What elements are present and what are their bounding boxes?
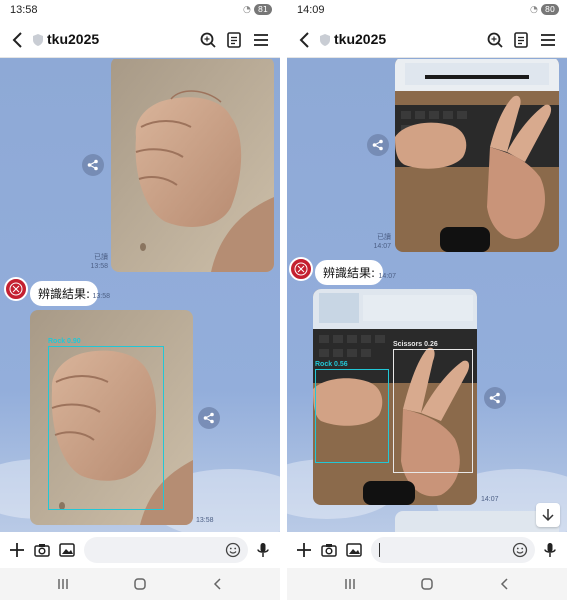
home-icon[interactable] (419, 576, 435, 592)
sent-meta: 已讀 13:58 (84, 253, 108, 271)
chat-title: tku2025 (334, 31, 387, 47)
wifi-icon: ◔ (529, 4, 538, 15)
chat-area[interactable]: 已讀 13:58 辨識結果: 13:58 Rock 0.90 13:58 (0, 59, 280, 532)
share-icon (489, 392, 500, 404)
detection-label: Rock 0.90 (48, 338, 81, 345)
panel-divider (280, 0, 287, 600)
system-nav-bar (287, 568, 567, 600)
shield-icon (33, 34, 43, 46)
read-label: 已讀 (377, 234, 391, 241)
system-nav-bar (0, 568, 280, 600)
chat-header: tku2025 (0, 22, 280, 58)
status-bar: 14:09 ◔ 80 (287, 0, 567, 22)
read-label: 已讀 (94, 254, 108, 261)
message-input[interactable] (84, 537, 248, 563)
detection-box-scissors (393, 349, 473, 473)
back-icon[interactable] (8, 30, 28, 50)
menu-icon[interactable] (251, 30, 271, 50)
detection-box-rock (315, 369, 389, 463)
next-photo-preview[interactable] (395, 511, 559, 532)
result-photo[interactable]: Rock 0.90 (30, 310, 193, 525)
shield-icon (320, 34, 330, 46)
chat-title: tku2025 (47, 31, 100, 47)
message-input-bar (0, 532, 280, 568)
search-icon[interactable] (485, 30, 505, 50)
bot-time: 13:58 (92, 293, 110, 300)
sent-time: 13:58 (90, 263, 108, 270)
detection-box-rock (48, 346, 164, 510)
sent-time: 14:07 (373, 243, 391, 250)
bot-avatar[interactable] (289, 257, 313, 281)
camera-icon[interactable] (33, 541, 51, 559)
home-icon[interactable] (132, 576, 148, 592)
recents-icon[interactable] (55, 576, 71, 592)
detection-label: Scissors 0.26 (393, 341, 438, 348)
status-time: 14:09 (297, 4, 325, 16)
detection-label: Rock 0.56 (315, 361, 348, 368)
image-icon[interactable] (345, 541, 363, 559)
battery-indicator: 81 (253, 4, 272, 15)
nav-back-icon[interactable] (497, 576, 513, 592)
sent-meta: 已讀 14:07 (367, 233, 391, 251)
notes-icon[interactable] (224, 30, 244, 50)
wifi-icon: ◔ (242, 4, 251, 15)
camera-icon[interactable] (320, 541, 338, 559)
mic-icon[interactable] (254, 541, 272, 559)
message-input-bar (287, 532, 567, 568)
bot-message-bubble: 辨識結果: (315, 260, 384, 285)
sent-photo[interactable] (395, 59, 559, 252)
recents-icon[interactable] (342, 576, 358, 592)
text-caret (379, 543, 380, 557)
notes-icon[interactable] (511, 30, 531, 50)
message-input[interactable] (371, 537, 535, 563)
search-icon[interactable] (198, 30, 218, 50)
screenshot-pair: 13:58 ◔ 81 tku2025 已讀 13:58 辨識結果: 13:58 … (0, 0, 567, 600)
back-icon[interactable] (295, 30, 315, 50)
share-icon (203, 412, 214, 424)
result-time: 13:58 (196, 517, 214, 524)
status-time: 13:58 (10, 4, 38, 16)
result-photo[interactable]: Rock 0.56 Scissors 0.26 (313, 289, 477, 505)
share-button[interactable] (82, 154, 104, 176)
bot-avatar[interactable] (4, 277, 28, 301)
mic-icon[interactable] (541, 541, 559, 559)
chat-header: tku2025 (287, 22, 567, 58)
scroll-down-button[interactable] (536, 503, 560, 527)
emoji-icon[interactable] (511, 541, 529, 559)
scroll-down-icon (542, 509, 554, 522)
right-screen: 14:09 ◔ 80 tku2025 已讀 14:07 辨識結果: 14:07 … (287, 0, 567, 600)
status-icons: ◔ 81 (243, 4, 272, 15)
sent-photo[interactable] (111, 59, 274, 272)
share-icon (372, 139, 383, 151)
status-icons: ◔ 80 (530, 4, 559, 15)
menu-icon[interactable] (538, 30, 558, 50)
chat-area[interactable]: 已讀 14:07 辨識結果: 14:07 Rock 0.56 Scissors … (287, 59, 567, 532)
bot-time: 14:07 (378, 273, 396, 280)
emoji-icon[interactable] (224, 541, 242, 559)
plus-icon[interactable] (295, 541, 313, 559)
status-bar: 13:58 ◔ 81 (0, 0, 280, 22)
result-time: 14:07 (481, 496, 499, 503)
plus-icon[interactable] (8, 541, 26, 559)
share-button[interactable] (367, 134, 389, 156)
share-icon (87, 159, 98, 171)
share-button[interactable] (484, 387, 506, 409)
share-button[interactable] (198, 407, 220, 429)
image-icon[interactable] (58, 541, 76, 559)
battery-indicator: 80 (540, 4, 559, 15)
left-screen: 13:58 ◔ 81 tku2025 已讀 13:58 辨識結果: 13:58 … (0, 0, 280, 600)
nav-back-icon[interactable] (210, 576, 226, 592)
